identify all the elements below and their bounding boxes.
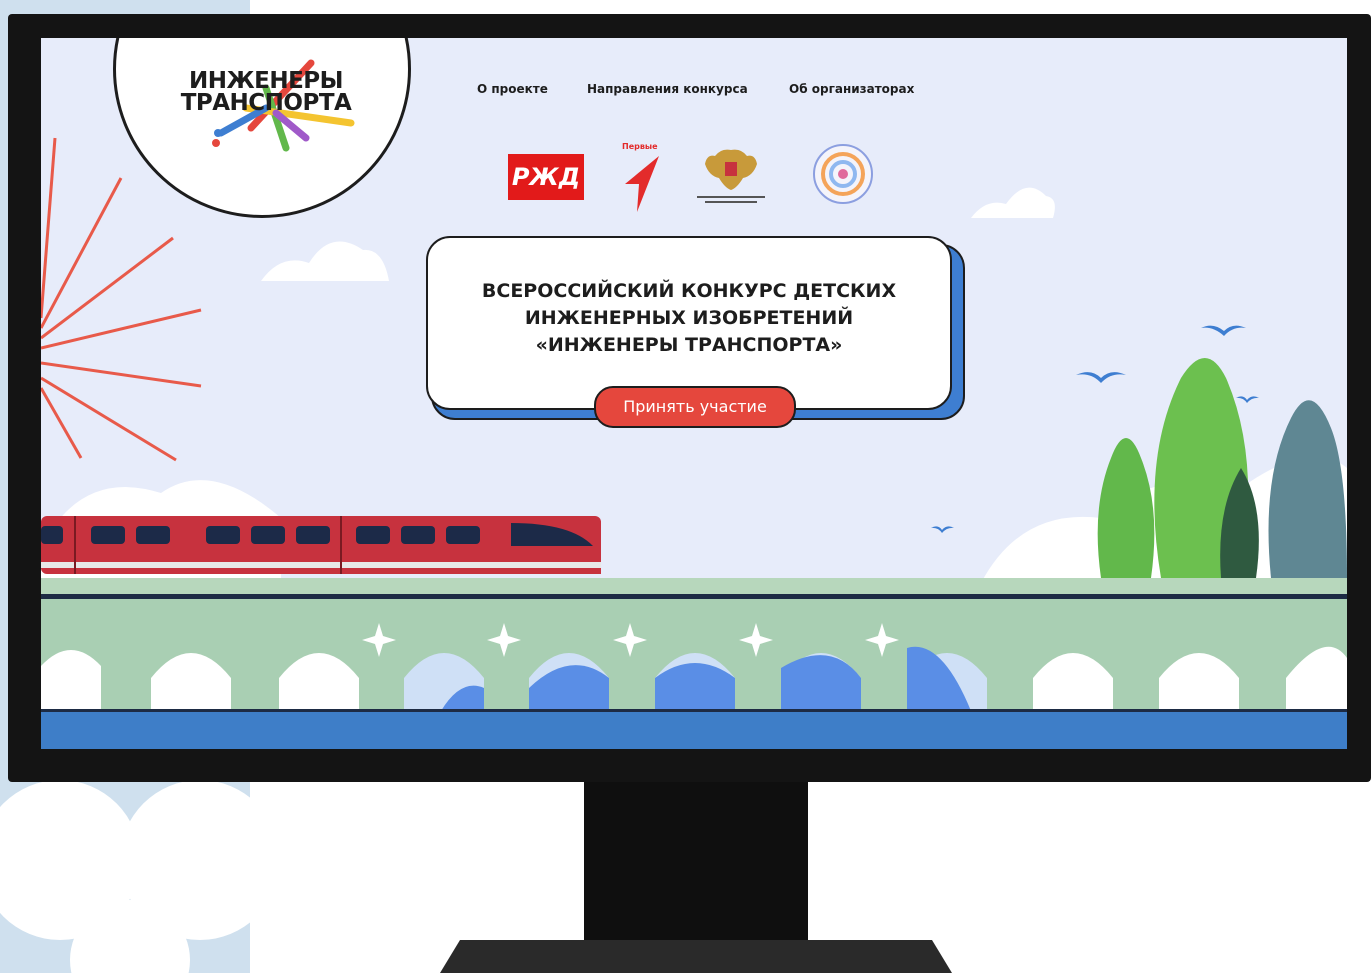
train bbox=[41, 516, 601, 574]
nav-organizers[interactable]: Об организаторах bbox=[789, 82, 914, 96]
monitor-stand bbox=[584, 782, 808, 942]
hero-title-line3: «ИНЖЕНЕРЫ ТРАНСПОРТА» bbox=[535, 334, 843, 356]
trees bbox=[1097, 358, 1347, 578]
monitor-base bbox=[440, 940, 952, 973]
pervye-logo-icon[interactable] bbox=[623, 154, 661, 214]
logo-wordmark[interactable]: ИНЖЕНЕРЫ ТРАНСПОРТА bbox=[171, 68, 361, 116]
ministry-emblem-icon[interactable] bbox=[691, 144, 771, 206]
hero-title: ВСЕРОССИЙСКИЙ КОНКУРС ДЕТСКИХ ИНЖЕНЕРНЫХ… bbox=[428, 278, 950, 359]
round-partner-logo-icon[interactable] bbox=[811, 142, 875, 206]
hero-card: ВСЕРОССИЙСКИЙ КОНКУРС ДЕТСКИХ ИНЖЕНЕРНЫХ… bbox=[426, 236, 952, 410]
nav-about-project[interactable]: О проекте bbox=[477, 82, 548, 96]
bridge bbox=[41, 578, 1347, 711]
rzd-logo-text: РЖД bbox=[511, 163, 581, 191]
participate-button[interactable]: Принять участие bbox=[594, 386, 796, 428]
logo-line1: ИНЖЕНЕРЫ bbox=[188, 68, 344, 94]
website-screen: ИНЖЕНЕРЫ ТРАНСПОРТА О проекте Направлени… bbox=[41, 38, 1347, 749]
rzd-logo[interactable]: РЖД bbox=[508, 154, 584, 200]
hero-title-line2: ИНЖЕНЕРНЫХ ИЗОБРЕТЕНИЙ bbox=[524, 307, 854, 329]
pervye-logo-label: Первые bbox=[622, 142, 658, 151]
river bbox=[41, 711, 1347, 749]
logo-line2: ТРАНСПОРТА bbox=[180, 90, 352, 116]
nav-contest-directions[interactable]: Направления конкурса bbox=[587, 82, 748, 96]
hero-title-line1: ВСЕРОССИЙСКИЙ КОНКУРС ДЕТСКИХ bbox=[481, 280, 897, 302]
